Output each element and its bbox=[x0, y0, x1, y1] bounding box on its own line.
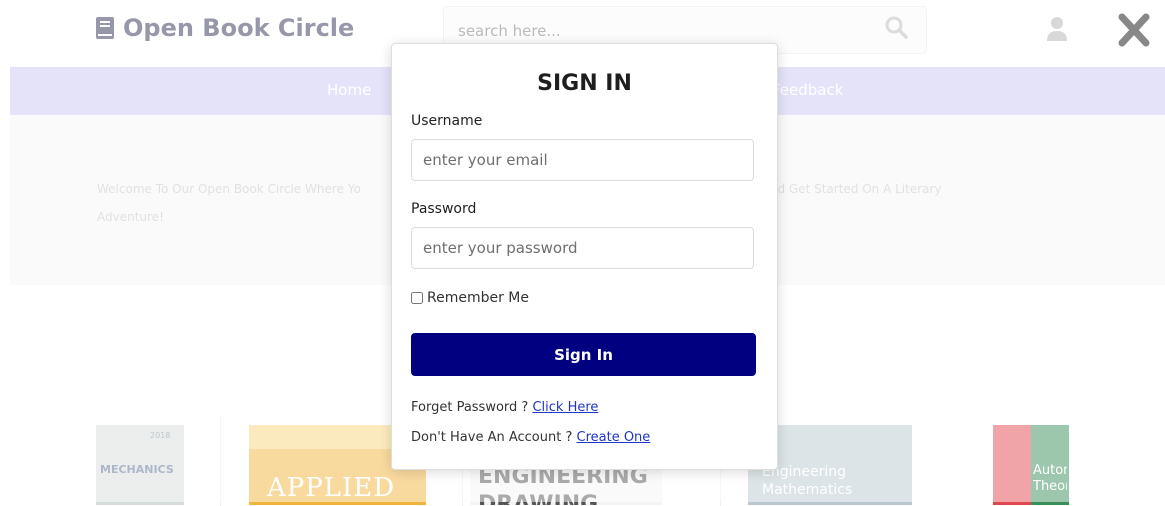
click-here-link[interactable]: Click Here bbox=[532, 400, 598, 415]
forget-password-row: Forget Password ? Click Here bbox=[411, 400, 598, 415]
remember-me[interactable]: Remember Me bbox=[411, 290, 529, 306]
remember-me-label: Remember Me bbox=[427, 290, 529, 306]
remember-me-checkbox[interactable] bbox=[411, 292, 423, 304]
modal-title: SIGN IN bbox=[537, 71, 632, 96]
signin-button[interactable]: Sign In bbox=[411, 333, 756, 376]
page: Open Book Circle Home Feedback Welcome T… bbox=[0, 0, 1165, 506]
create-account-text: Don't Have An Account ? bbox=[411, 430, 573, 445]
password-label: Password bbox=[411, 201, 477, 217]
create-one-link[interactable]: Create One bbox=[577, 430, 651, 445]
username-label: Username bbox=[411, 113, 483, 129]
forget-password-text: Forget Password ? bbox=[411, 400, 529, 415]
username-field[interactable] bbox=[411, 139, 754, 181]
signin-modal: SIGN IN Username Password Remember Me Si… bbox=[391, 43, 778, 470]
password-field[interactable] bbox=[411, 227, 754, 269]
create-account-row: Don't Have An Account ? Create One bbox=[411, 430, 650, 445]
